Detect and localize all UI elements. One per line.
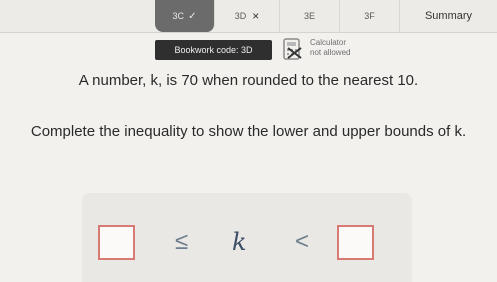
question-text: A number, k, is 70 when rounded to the n… bbox=[78, 72, 419, 89]
tab-3d-label: 3D bbox=[234, 11, 247, 21]
instruction-text: Complete the inequality to show the lowe… bbox=[30, 123, 467, 140]
tab-summary[interactable]: Summary bbox=[400, 0, 497, 32]
tab-3e[interactable]: 3E bbox=[280, 0, 340, 32]
tab-3d[interactable]: 3D × bbox=[215, 0, 280, 32]
tab-3c[interactable]: 3C ✓ bbox=[155, 0, 215, 32]
tab-summary-label: Summary bbox=[424, 10, 473, 22]
calculator-notice-line1: Calculator bbox=[310, 38, 347, 47]
less-than-or-equal-symbol: ≤ bbox=[175, 228, 189, 255]
bookwork-code-badge: Bookwork code: 3D bbox=[155, 40, 272, 60]
calculator-notice: Calculator not allowed bbox=[310, 38, 370, 58]
upper-bound-input[interactable] bbox=[337, 225, 374, 260]
tab-3c-label: 3C bbox=[172, 11, 185, 21]
lower-bound-input[interactable] bbox=[98, 225, 135, 260]
tab-3f-label: 3F bbox=[364, 11, 375, 21]
answer-panel: ≤ k < bbox=[82, 193, 412, 282]
tab-3e-label: 3E bbox=[303, 11, 315, 21]
calculator-notice-line2: not allowed bbox=[310, 48, 351, 57]
checkmark-icon: ✓ bbox=[188, 10, 197, 22]
less-than-symbol: < bbox=[295, 228, 310, 255]
variable-k: k bbox=[232, 228, 247, 256]
calculator-not-allowed-icon bbox=[282, 38, 302, 60]
cross-icon: × bbox=[252, 9, 260, 23]
bookwork-code-label: Bookwork code: 3D bbox=[174, 45, 253, 55]
tab-3f[interactable]: 3F bbox=[340, 0, 400, 32]
question-tab-bar: 3C ✓ 3D × 3E 3F Summary bbox=[0, 0, 497, 33]
